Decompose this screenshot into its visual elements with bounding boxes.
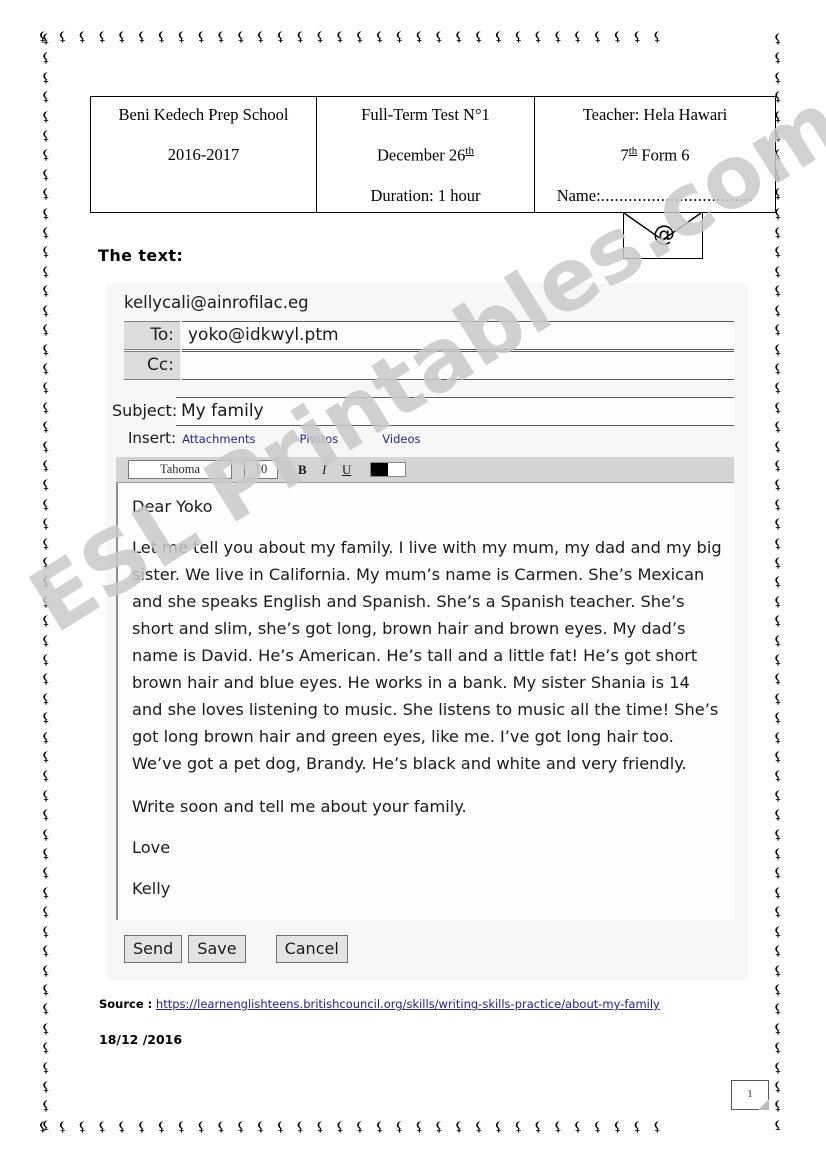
student-name-field: Name:................................. [541, 186, 769, 206]
cc-field-row: Cc: [124, 351, 734, 381]
subject-label: Subject: [112, 401, 178, 420]
italic-button[interactable]: I [322, 461, 326, 478]
email-body[interactable]: Dear Yoko Let me tell you about my famil… [116, 483, 734, 920]
font-family-select[interactable]: Tahoma [128, 460, 232, 479]
worksheet-page: ⚸⚸⚸⚸⚸⚸⚸⚸⚸⚸⚸⚸⚸⚸⚸⚸⚸⚸⚸⚸⚸⚸⚸⚸⚸⚸⚸⚸⚸⚸⚸⚸ ⚸⚸⚸⚸⚸⚸⚸… [0, 0, 826, 1169]
header-cell-school: Beni Kedech Prep School 2016-2017 [90, 96, 317, 213]
insert-row: Insert: Attachments Photos Videos [128, 429, 465, 449]
page-corner-fold-icon [758, 1099, 769, 1110]
send-button[interactable]: Send [124, 935, 183, 963]
class-form: 7th Form 6 [541, 145, 769, 166]
body-greeting: Dear Yoko [132, 497, 213, 516]
school-name: Beni Kedech Prep School [118, 105, 289, 124]
section-label-the-text: The text: [98, 246, 184, 265]
source-row: Source : https://learnenglishteens.briti… [99, 997, 660, 1011]
save-button[interactable]: Save [188, 935, 246, 963]
decorative-border-top: ⚸⚸⚸⚸⚸⚸⚸⚸⚸⚸⚸⚸⚸⚸⚸⚸⚸⚸⚸⚸⚸⚸⚸⚸⚸⚸⚸⚸⚸⚸⚸⚸ [38, 30, 673, 45]
insert-label: Insert: [128, 429, 177, 447]
email-action-bar: Send Save Cancel [124, 935, 348, 963]
school-year: 2016-2017 [167, 145, 240, 164]
test-date: December 26th [323, 145, 528, 166]
form-number: 7 [620, 145, 629, 165]
to-field-row: To: yoko@idkwyl.ptm [124, 321, 734, 351]
decorative-border-left: ⚸ ⚸ ⚸ ⚸ ⚸ ⚸ ⚸ ⚸ ⚸ ⚸ ⚸ ⚸ ⚸ ⚸ ⚸ ⚸ ⚸ ⚸ ⚸ ⚸ ⚸ ⚸ ⚸ ⚸ ⚸ ⚸ ⚸ ⚸ ⚸ ⚸ ⚸ ⚸ ⚸ ⚸ ⚸ ⚸ ⚸ ⚸ ⚸ ⚸… [41, 32, 51, 1130]
source-label: Source : [99, 997, 153, 1011]
body-signature: Kelly [132, 879, 171, 898]
subject-input[interactable]: My family [176, 397, 734, 426]
source-url-link[interactable]: https://learnenglishteens.britishcouncil… [156, 997, 660, 1011]
page-number-box: 1 [731, 1080, 769, 1110]
body-paragraph-2: Write soon and tell me about your family… [132, 797, 467, 816]
cc-label: Cc: [124, 351, 180, 380]
at-symbol-icon: @ [653, 222, 675, 247]
test-date-ordinal: th [465, 145, 474, 157]
subject-field-row: Subject: My family [112, 397, 734, 427]
envelope-icon: @ [623, 212, 703, 259]
body-signoff: Love [132, 838, 171, 857]
student-name-dots: ................................. [600, 185, 754, 205]
header-cell-teacher: Teacher: Hela Hawari 7th Form 6 Name:...… [534, 96, 776, 213]
form-ordinal: th [628, 145, 638, 157]
test-duration: Duration: 1 hour [370, 185, 481, 205]
to-label: To: [124, 321, 180, 350]
to-input[interactable]: yoko@idkwyl.ptm [182, 321, 734, 350]
teacher-name: Teacher: Hela Hawari [582, 105, 728, 124]
date-stamp: 18/12 /2016 [99, 1032, 183, 1047]
insert-link-attachments[interactable]: Attachments [182, 432, 255, 446]
form-label: Form 6 [641, 145, 690, 165]
from-address: kellycali@ainrofilac.eg [124, 293, 309, 312]
text-color-swatch[interactable] [370, 462, 406, 477]
formatting-toolbar: Tahoma 10 B I U [116, 457, 734, 483]
insert-link-photos[interactable]: Photos [300, 432, 339, 446]
bold-button[interactable]: B [298, 461, 307, 478]
header-cell-test: Full-Term Test N°1 December 26th Duratio… [316, 96, 535, 213]
underline-button[interactable]: U [342, 461, 351, 478]
student-name-label: Name: [556, 185, 601, 205]
cc-input[interactable] [182, 351, 734, 380]
test-title: Full-Term Test N°1 [361, 105, 490, 124]
body-paragraph-1: Let me tell you about my family. I live … [132, 538, 722, 773]
decorative-border-bottom: ⚸⚸⚸⚸⚸⚸⚸⚸⚸⚸⚸⚸⚸⚸⚸⚸⚸⚸⚸⚸⚸⚸⚸⚸⚸⚸⚸⚸⚸⚸⚸⚸ [38, 1120, 673, 1135]
test-date-text: December 26 [377, 145, 466, 165]
email-compose-panel: kellycali@ainrofilac.eg To: yoko@idkwyl.… [106, 283, 748, 980]
insert-link-videos[interactable]: Videos [382, 432, 420, 446]
font-size-select[interactable]: 10 [244, 460, 278, 479]
worksheet-header-table: Beni Kedech Prep School 2016-2017 Full-T… [90, 96, 776, 213]
cancel-button[interactable]: Cancel [275, 935, 348, 963]
